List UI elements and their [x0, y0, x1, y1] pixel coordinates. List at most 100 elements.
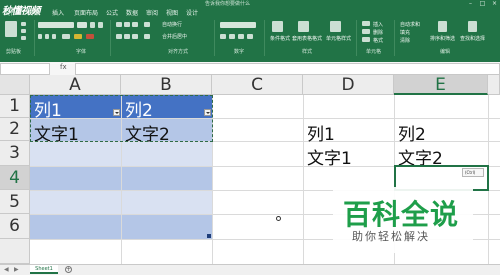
tab-insert[interactable]: 插入	[52, 8, 64, 17]
comma-icon[interactable]	[238, 34, 244, 39]
group-alignment-label: 对齐方式	[168, 49, 189, 55]
scroll-left-icon[interactable]: ◀	[4, 266, 9, 273]
number-format-select[interactable]	[220, 22, 256, 28]
fx-icon[interactable]: fx	[60, 63, 67, 71]
cell-e2[interactable]: 列2	[398, 120, 426, 145]
currency-icon[interactable]	[220, 34, 226, 39]
group-font-label: 字体	[76, 49, 87, 55]
increase-decimal-icon[interactable]	[247, 34, 253, 39]
formula-input[interactable]	[75, 63, 500, 75]
fill-button[interactable]: 填充	[400, 29, 410, 36]
align-middle-icon[interactable]	[124, 22, 130, 27]
sheet-tab-bar: ◀ ▶ Sheet1 +	[0, 264, 500, 275]
paste-options-button[interactable]: (Ctrl)	[462, 168, 484, 177]
column-header-c[interactable]: C	[212, 75, 303, 95]
align-left-icon[interactable]	[116, 34, 122, 39]
row-header-2[interactable]: 2	[0, 118, 30, 141]
tab-data[interactable]: 数据	[126, 8, 138, 17]
tab-formulas[interactable]: 公式	[106, 8, 118, 17]
tab-page-layout[interactable]: 页面布局	[74, 8, 98, 17]
format-as-table-button[interactable]: 套用表格格式	[292, 35, 322, 42]
copy-icon[interactable]	[21, 29, 26, 33]
group-editing-label: 编辑	[440, 49, 451, 55]
ribbon-tabs: 文件 开始 插入 页面布局 公式 数据 审阅 视图 设计	[0, 8, 500, 18]
maximize-icon[interactable]: □	[478, 0, 487, 8]
tab-file[interactable]: 文件	[4, 8, 16, 17]
row-header-4[interactable]: 4	[0, 166, 30, 190]
format-as-table-icon[interactable]	[298, 21, 309, 32]
paste-icon[interactable]	[5, 21, 17, 37]
font-name-select[interactable]	[38, 22, 74, 28]
column-header-d[interactable]: D	[303, 75, 394, 95]
mouse-cursor-icon	[276, 216, 281, 221]
column-header-f[interactable]	[488, 75, 500, 95]
clear-button[interactable]: 清除	[400, 37, 410, 44]
group-clipboard-label: 剪贴板	[6, 49, 22, 55]
ribbon: 秒懂视频 告诉我你想要做什么 – □ × 文件 开始 插入 页面布局 公式 数据…	[0, 0, 500, 62]
ribbon-divider	[110, 20, 111, 56]
percent-icon[interactable]	[229, 34, 235, 39]
align-top-icon[interactable]	[116, 22, 122, 27]
column-header-a[interactable]: A	[30, 75, 121, 95]
indent-icon[interactable]	[144, 34, 150, 39]
wrap-text-button[interactable]: 自动换行	[162, 21, 182, 28]
row-header-3[interactable]: 3	[0, 141, 30, 166]
table-resize-handle[interactable]	[207, 234, 211, 238]
autosum-button[interactable]: 自动求和	[400, 21, 420, 28]
insert-cells-icon[interactable]	[362, 21, 370, 26]
copy-marquee	[30, 95, 213, 142]
add-sheet-icon[interactable]: +	[65, 266, 72, 273]
shrink-font-icon[interactable]	[98, 22, 103, 28]
watermark-subtitle: 助你轻松解决	[352, 230, 430, 243]
close-icon[interactable]: ×	[490, 0, 499, 8]
group-cells-label: 单元格	[366, 49, 382, 55]
align-center-icon[interactable]	[124, 34, 130, 39]
find-select-button[interactable]: 查找和选择	[460, 35, 485, 42]
row-header-1[interactable]: 1	[0, 95, 30, 118]
tab-review[interactable]: 审阅	[146, 8, 158, 17]
cell-styles-button[interactable]: 单元格样式	[326, 35, 351, 42]
minimize-icon[interactable]: –	[466, 0, 475, 8]
select-all-corner[interactable]	[0, 75, 30, 95]
fill-color-icon[interactable]	[74, 34, 82, 39]
sort-filter-icon[interactable]	[438, 21, 447, 32]
row-header-7[interactable]	[0, 239, 30, 264]
watermark-title: 百科全说	[343, 198, 460, 231]
name-box[interactable]	[0, 63, 50, 75]
insert-cells-button[interactable]: 插入	[373, 21, 383, 28]
cell-d3[interactable]: 文字1	[307, 144, 352, 169]
italic-icon[interactable]	[45, 34, 49, 39]
scroll-right-icon[interactable]: ▶	[14, 266, 19, 273]
format-painter-icon[interactable]	[21, 36, 26, 40]
font-size-select[interactable]	[77, 22, 87, 28]
conditional-formatting-icon[interactable]	[272, 21, 283, 32]
merge-center-button[interactable]: 合并后居中	[162, 33, 187, 40]
format-cells-button[interactable]: 格式	[373, 37, 383, 44]
tell-me-search[interactable]: 告诉我你想要做什么	[205, 0, 250, 7]
column-header-e[interactable]: E	[394, 75, 488, 95]
underline-icon[interactable]	[52, 34, 56, 39]
grow-font-icon[interactable]	[90, 22, 95, 28]
cut-icon[interactable]	[21, 22, 26, 26]
sort-filter-button[interactable]: 排序和筛选	[430, 35, 455, 42]
borders-icon[interactable]	[62, 34, 70, 39]
row-header-6[interactable]: 6	[0, 214, 30, 239]
tab-home[interactable]: 开始	[28, 8, 40, 17]
cell-styles-icon[interactable]	[330, 21, 341, 32]
align-bottom-icon[interactable]	[132, 22, 138, 27]
delete-cells-button[interactable]: 删除	[373, 29, 383, 36]
bold-icon[interactable]	[38, 34, 42, 39]
format-cells-icon[interactable]	[362, 37, 370, 42]
font-color-icon[interactable]	[86, 34, 94, 39]
row-header-5[interactable]: 5	[0, 190, 30, 214]
delete-cells-icon[interactable]	[362, 29, 370, 34]
orientation-icon[interactable]	[144, 22, 150, 27]
tab-design[interactable]: 设计	[186, 8, 198, 17]
conditional-formatting-button[interactable]: 条件格式	[270, 35, 290, 42]
column-header-b[interactable]: B	[121, 75, 212, 95]
align-right-icon[interactable]	[132, 34, 138, 39]
find-select-icon[interactable]	[468, 21, 477, 32]
sheet-tab-sheet1[interactable]: Sheet1	[30, 265, 58, 274]
tab-view[interactable]: 视图	[166, 8, 178, 17]
cell-d2[interactable]: 列1	[307, 120, 335, 145]
